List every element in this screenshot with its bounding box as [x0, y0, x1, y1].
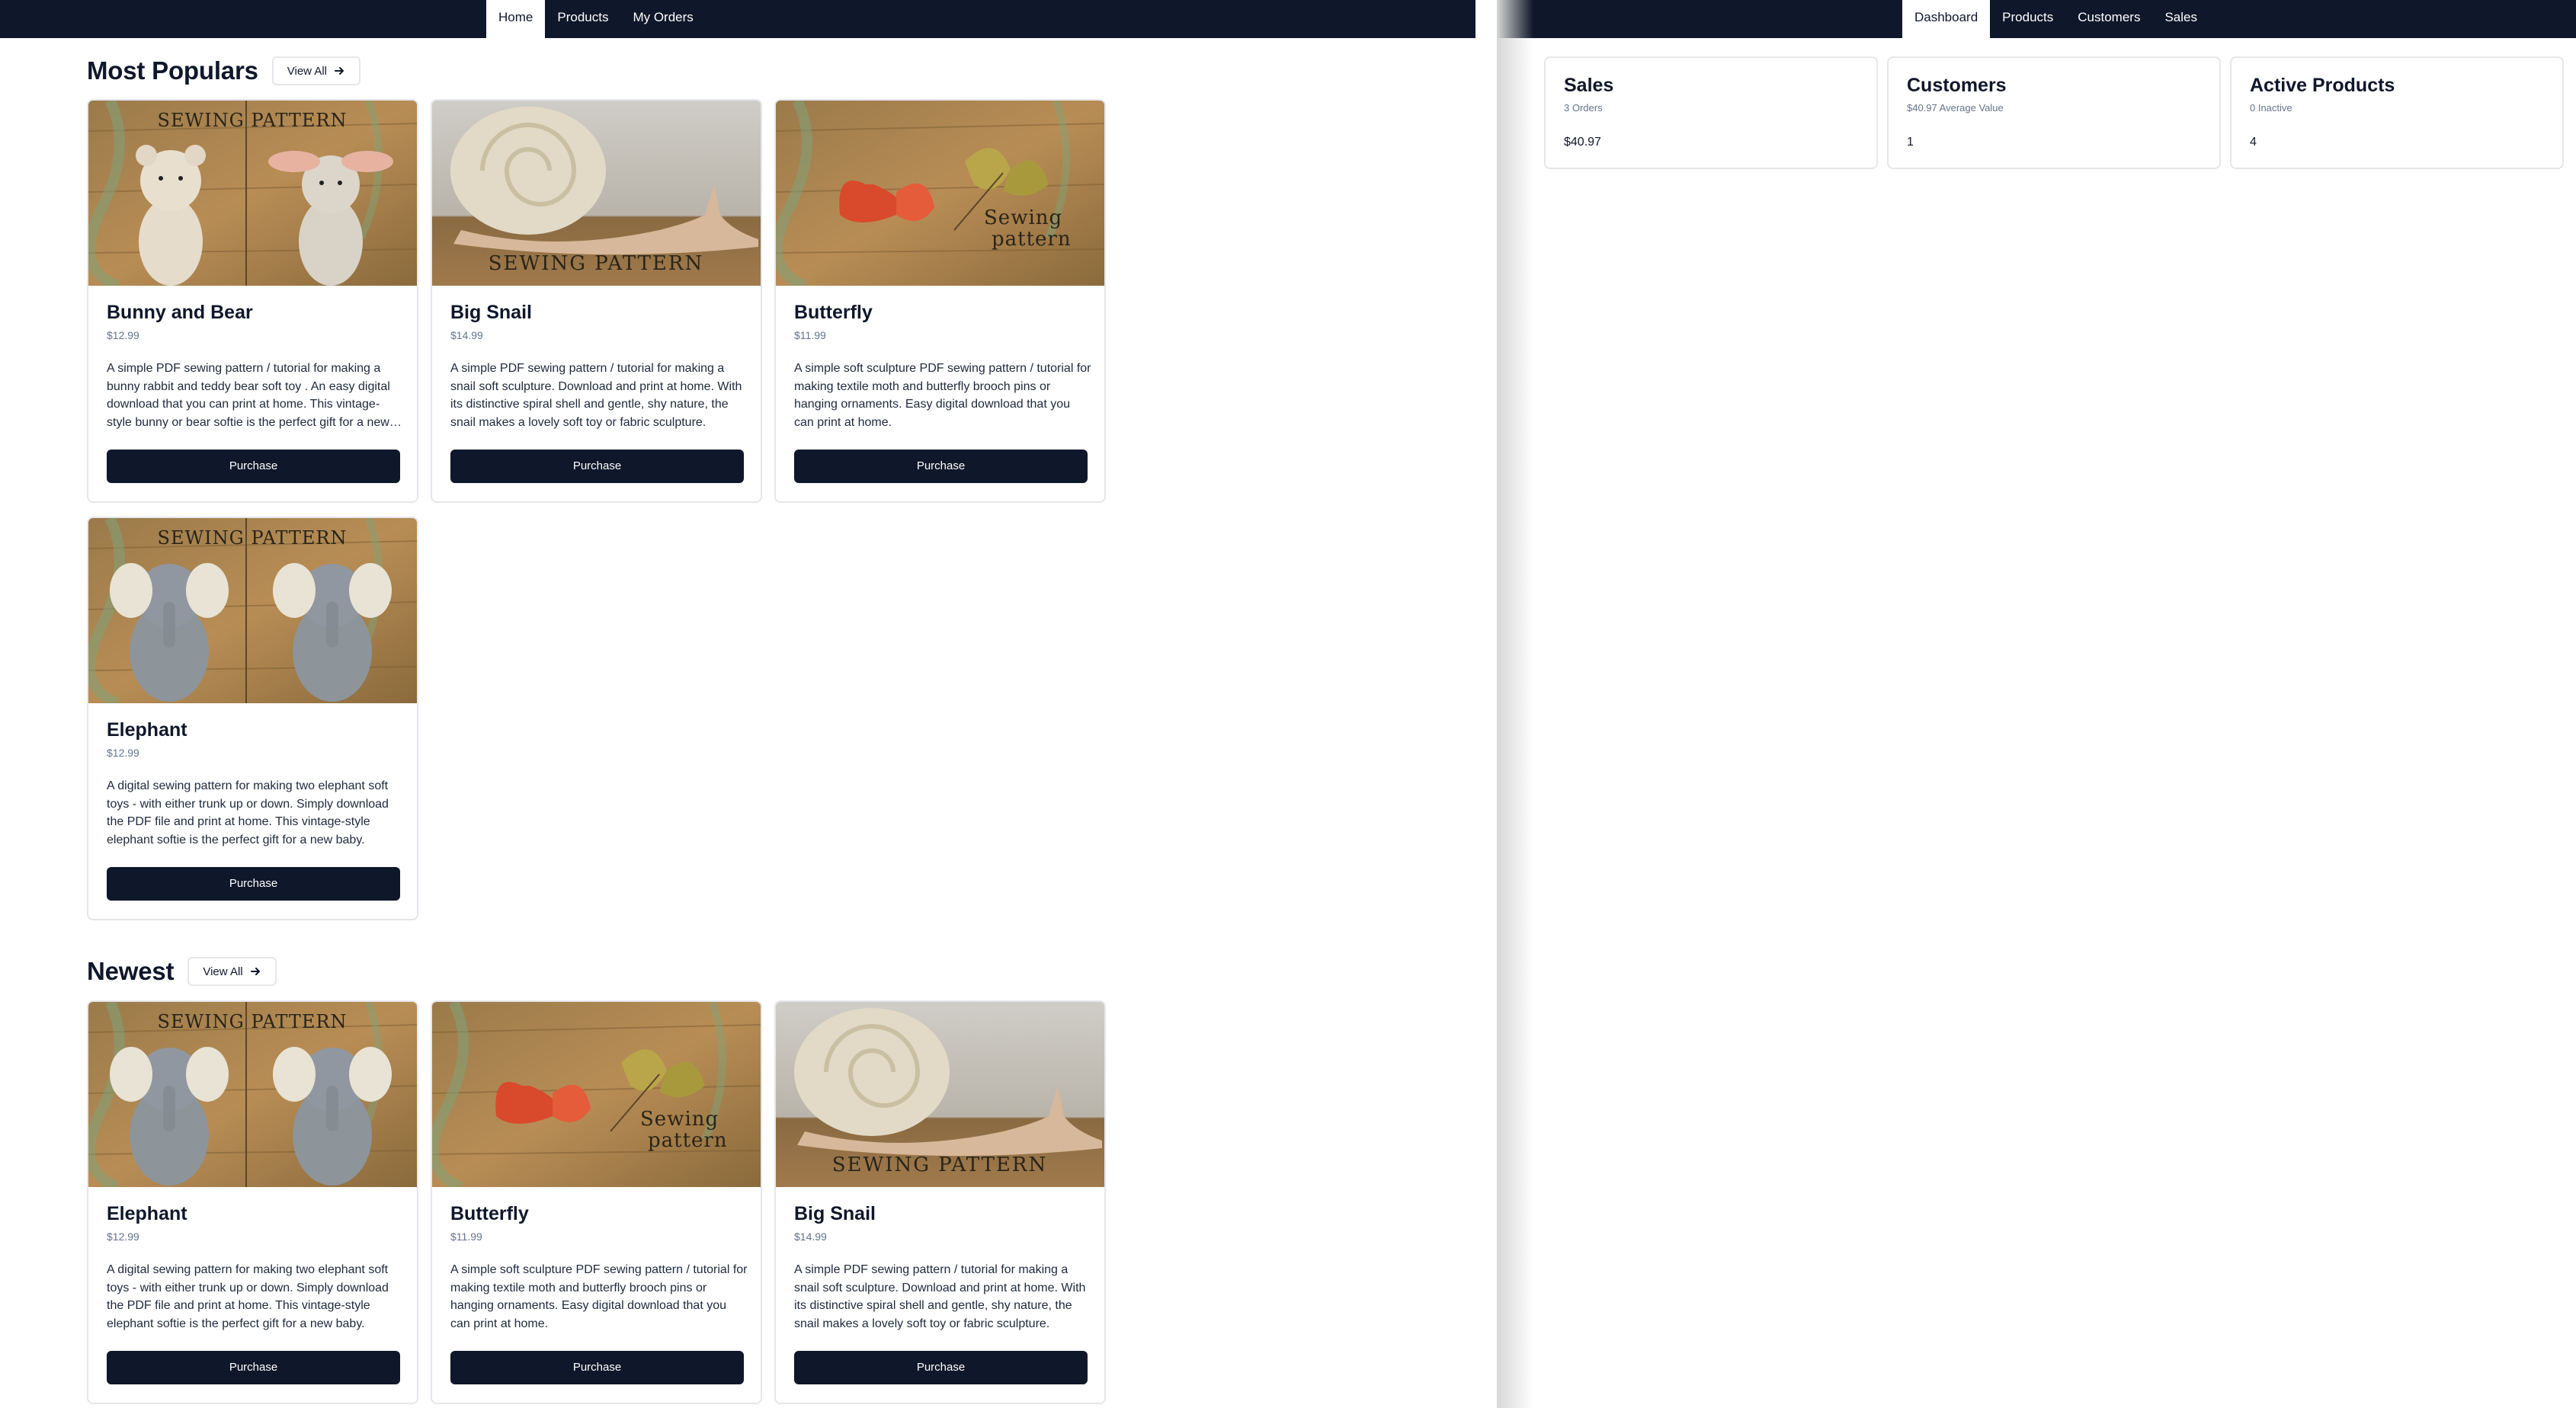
- stat-subtitle: 3 Orders: [1564, 102, 1603, 114]
- store-nav-tab-home[interactable]: Home: [486, 0, 546, 38]
- stat-card-active-products: Active Products 0 Inactive 4: [2230, 56, 2564, 169]
- admin-nav-tab-dashboard[interactable]: Dashboard: [1902, 0, 1991, 38]
- product-image: Sewingpattern: [432, 1002, 761, 1187]
- section-title: Most Populars: [87, 56, 258, 85]
- section-title: Newest: [87, 957, 175, 985]
- butterfly-image[interactable]: Sewing pattern: [776, 101, 1104, 286]
- product-image: SEWING PATTERN: [88, 518, 417, 703]
- butterfly-image[interactable]: Sewing pattern: [432, 1002, 761, 1187]
- stat-title: Sales: [1564, 75, 1614, 96]
- product-description: A digital sewing pattern for making two …: [107, 1263, 389, 1330]
- view-all-button[interactable]: View All: [187, 957, 277, 986]
- svg-text:SEWING PATTERN: SEWING PATTERN: [832, 1154, 1048, 1176]
- product-name[interactable]: Butterfly: [794, 302, 873, 324]
- product-name[interactable]: Big Snail: [450, 302, 532, 324]
- purchase-button[interactable]: Purchase: [107, 867, 400, 901]
- svg-text:SEWING PATTERN: SEWING PATTERN: [158, 527, 348, 549]
- product-card: Sewing pattern Butterfly $11.99 A simple sof…: [431, 1000, 762, 1404]
- product-description: A simple PDF sewing pattern / tutorial f…: [107, 362, 390, 429]
- admin-nav-tab-products[interactable]: Products: [1990, 0, 2065, 38]
- storefront-pane: Home Products My Orders Most Populars Vi…: [0, 0, 1475, 1408]
- purchase-button[interactable]: Purchase: [107, 1351, 400, 1384]
- product-image: SEWING PATTERN: [776, 1002, 1104, 1187]
- store-nav-tab-my-orders[interactable]: My Orders: [620, 0, 705, 38]
- product-price: $12.99: [107, 1230, 139, 1243]
- stat-title: Customers: [1907, 75, 2007, 96]
- product-name[interactable]: Bunny and Bear: [107, 302, 253, 324]
- newest-header: Newest View All: [87, 957, 277, 986]
- purchase-button[interactable]: Purchase: [450, 1351, 744, 1384]
- product-card: SEWING PATTERN Elephant $12.99 A digital se…: [87, 1000, 418, 1404]
- admin-nav-tab-sales[interactable]: Sales: [2152, 0, 2209, 38]
- product-card: SEWING PATTERN Elephant $12.99 A digital se…: [87, 517, 418, 920]
- admin-nav-bar: Dashboard Products Customers Sales: [1497, 0, 2576, 38]
- admin-pane: Dashboard Products Customers Sales Sales…: [1497, 0, 2576, 1408]
- snail-image[interactable]: SEWING PATTERN: [432, 101, 761, 286]
- svg-text:SEWING PATTERN: SEWING PATTERN: [158, 1011, 348, 1032]
- product-image: SEWING PATTERN: [88, 1002, 417, 1187]
- store-nav-tabs: Home Products My Orders: [486, 0, 706, 38]
- product-image: Sewingpattern: [776, 101, 1104, 286]
- view-all-label: View All: [287, 64, 328, 78]
- product-price: $11.99: [794, 329, 826, 341]
- purchase-button[interactable]: Purchase: [107, 450, 400, 483]
- svg-text:pattern: pattern: [648, 1129, 728, 1152]
- pane-shadow: [1497, 0, 1533, 1408]
- product-price: $14.99: [450, 329, 483, 341]
- arrow-right-icon: [335, 67, 344, 75]
- snail-image[interactable]: SEWING PATTERN: [776, 1002, 1104, 1187]
- stat-title: Active Products: [2250, 75, 2395, 96]
- stat-subtitle: $40.97 Average Value: [1907, 102, 2004, 114]
- product-price: $12.99: [107, 747, 139, 759]
- purchase-button[interactable]: Purchase: [450, 450, 744, 483]
- product-description: A digital sewing pattern for making two …: [107, 779, 389, 846]
- product-description: A simple PDF sewing pattern / tutorial f…: [794, 1263, 1086, 1330]
- stat-card-sales: Sales 3 Orders $40.97: [1544, 56, 1878, 169]
- bunny-bear-image[interactable]: SEWING PATTERN: [88, 101, 417, 286]
- svg-text:SEWING PATTERN: SEWING PATTERN: [158, 110, 348, 131]
- product-description: A simple soft sculpture PDF sewing patte…: [450, 1263, 748, 1330]
- product-image: SEWING PATTERN: [88, 101, 417, 286]
- stat-value: 1: [1907, 136, 1914, 149]
- product-price: $14.99: [794, 1230, 827, 1243]
- stat-value: 4: [2250, 136, 2257, 149]
- store-nav-tab-products[interactable]: Products: [545, 0, 620, 38]
- product-description: A simple soft sculpture PDF sewing patte…: [794, 362, 1091, 429]
- product-card: SEWING PATTERN Bunny and Bear $12.99 A simp…: [87, 99, 418, 503]
- most-populars-header: Most Populars View All: [87, 56, 361, 85]
- product-card: SEWING PATTERN Big Snail $14.99 A simple PD…: [431, 99, 762, 503]
- admin-nav-tabs: Dashboard Products Customers Sales: [1902, 0, 2209, 38]
- stat-card-customers: Customers $40.97 Average Value 1: [1887, 56, 2221, 169]
- product-name[interactable]: Elephant: [107, 719, 187, 741]
- stat-value: $40.97: [1564, 136, 1601, 149]
- store-nav-bar: Home Products My Orders: [0, 0, 1475, 38]
- product-image: SEWING PATTERN: [432, 101, 761, 286]
- product-card: SEWING PATTERN Big Snail $14.99 A simple PD…: [774, 1000, 1106, 1404]
- product-name[interactable]: Elephant: [107, 1203, 187, 1225]
- product-description: A simple PDF sewing pattern / tutorial f…: [450, 362, 742, 429]
- stat-subtitle: 0 Inactive: [2250, 102, 2292, 114]
- product-card: Sewing pattern Butterfly $11.99 A simple sof…: [774, 99, 1106, 503]
- svg-text:pattern: pattern: [992, 228, 1072, 251]
- purchase-button[interactable]: Purchase: [794, 1351, 1088, 1384]
- svg-text:Sewing: Sewing: [640, 1108, 719, 1131]
- elephant-image[interactable]: SEWING PATTERN: [88, 518, 417, 703]
- elephant-image[interactable]: SEWING PATTERN: [88, 1002, 417, 1187]
- purchase-button[interactable]: Purchase: [794, 450, 1088, 483]
- admin-nav-tab-customers[interactable]: Customers: [2065, 0, 2152, 38]
- product-name[interactable]: Big Snail: [794, 1203, 876, 1225]
- arrow-right-icon: [250, 968, 260, 975]
- product-price: $12.99: [107, 329, 139, 341]
- view-all-label: View All: [203, 965, 243, 978]
- view-all-button[interactable]: View All: [271, 56, 361, 85]
- product-price: $11.99: [450, 1230, 482, 1243]
- product-name[interactable]: Butterfly: [450, 1203, 529, 1225]
- svg-text:Sewing: Sewing: [984, 206, 1062, 229]
- svg-text:SEWING PATTERN: SEWING PATTERN: [489, 252, 704, 275]
